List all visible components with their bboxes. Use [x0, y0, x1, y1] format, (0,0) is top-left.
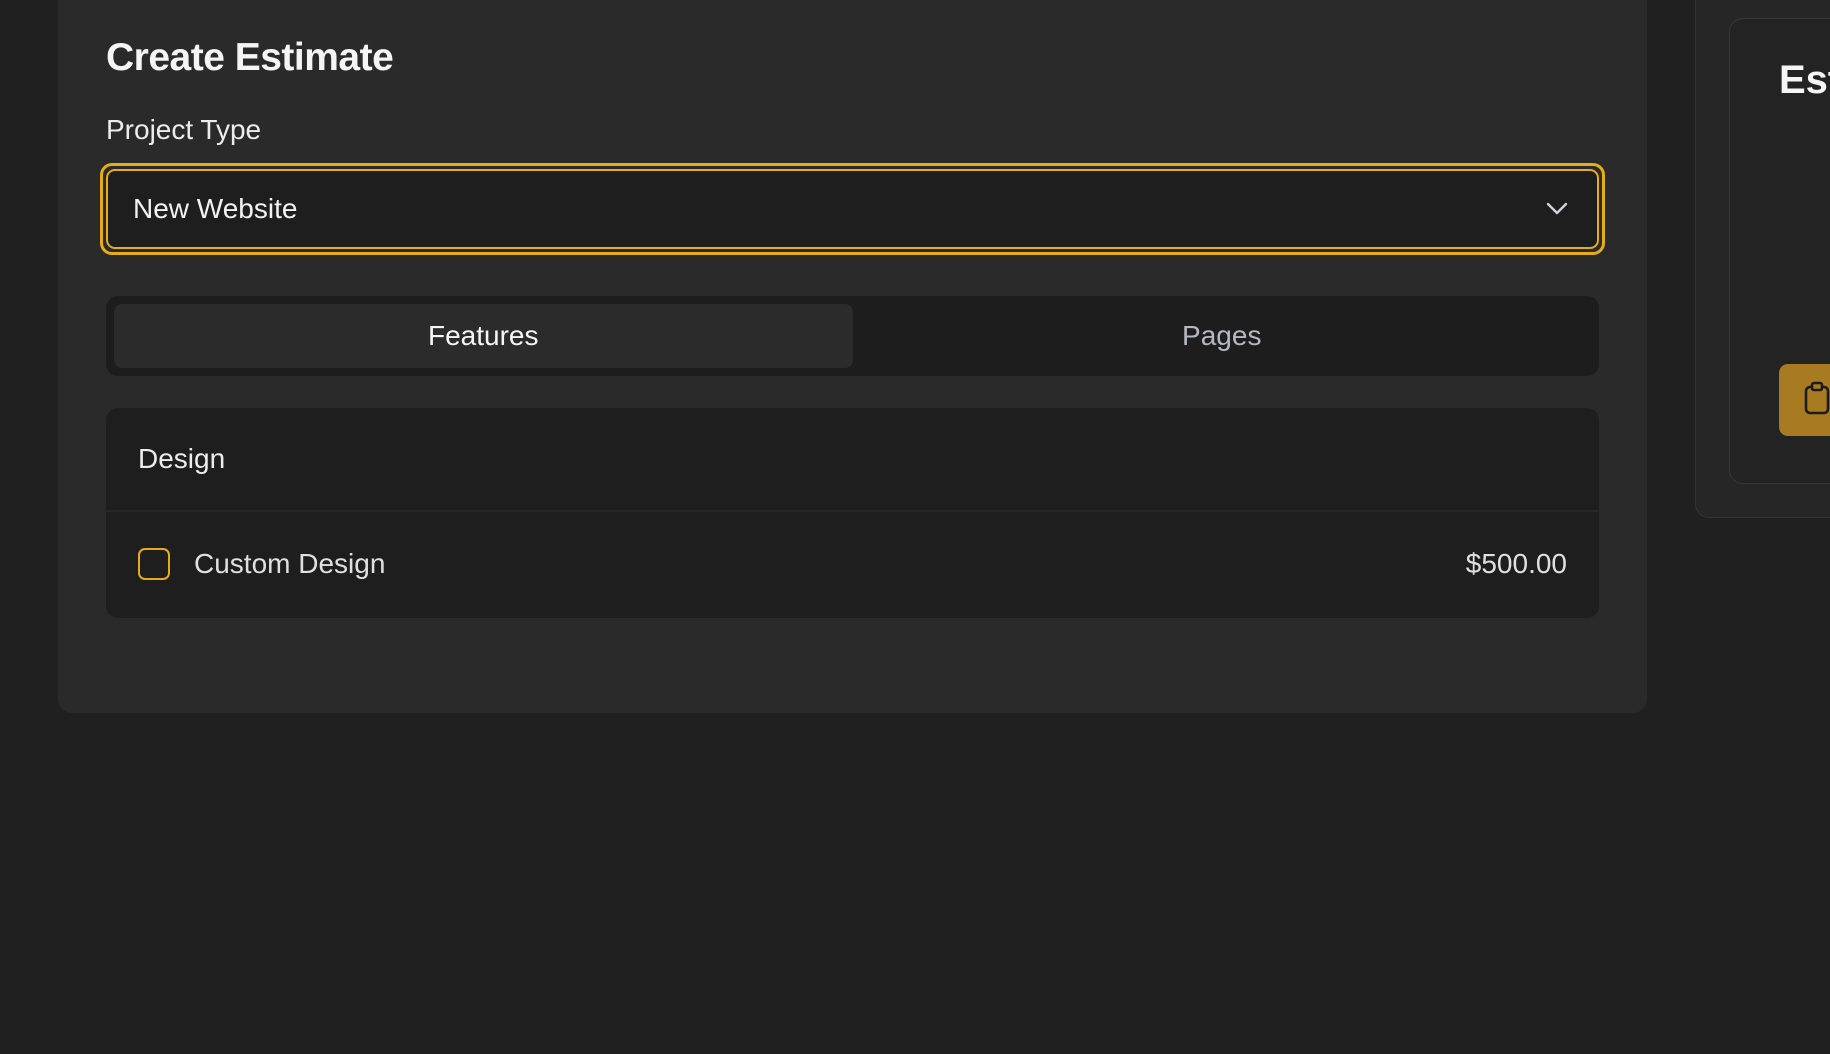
project-type-select[interactable]: New Website	[106, 169, 1599, 249]
tab-pages[interactable]: Pages	[853, 304, 1592, 368]
tab-features[interactable]: Features	[114, 304, 853, 368]
copy-button[interactable]	[1779, 364, 1830, 436]
page-title: Create Estimate	[106, 36, 394, 79]
project-type-label: Project Type	[106, 114, 262, 145]
chevron-down-icon	[1545, 197, 1569, 221]
design-section: Design Custom Design $500.00	[106, 408, 1599, 618]
list-item[interactable]: Custom Design $500.00	[106, 512, 1599, 616]
section-header-design: Design	[106, 408, 1599, 512]
clipboard-icon	[1803, 381, 1830, 420]
custom-design-label: Custom Design	[194, 548, 386, 579]
custom-design-price: $500.00	[1465, 548, 1567, 579]
tab-list: Features Pages	[106, 296, 1599, 376]
summary-title: Est	[1779, 58, 1830, 102]
project-type-value: New Website	[133, 193, 298, 224]
custom-design-checkbox[interactable]	[138, 548, 170, 580]
page: Create Estimate Project Type New Website…	[0, 0, 1830, 1054]
